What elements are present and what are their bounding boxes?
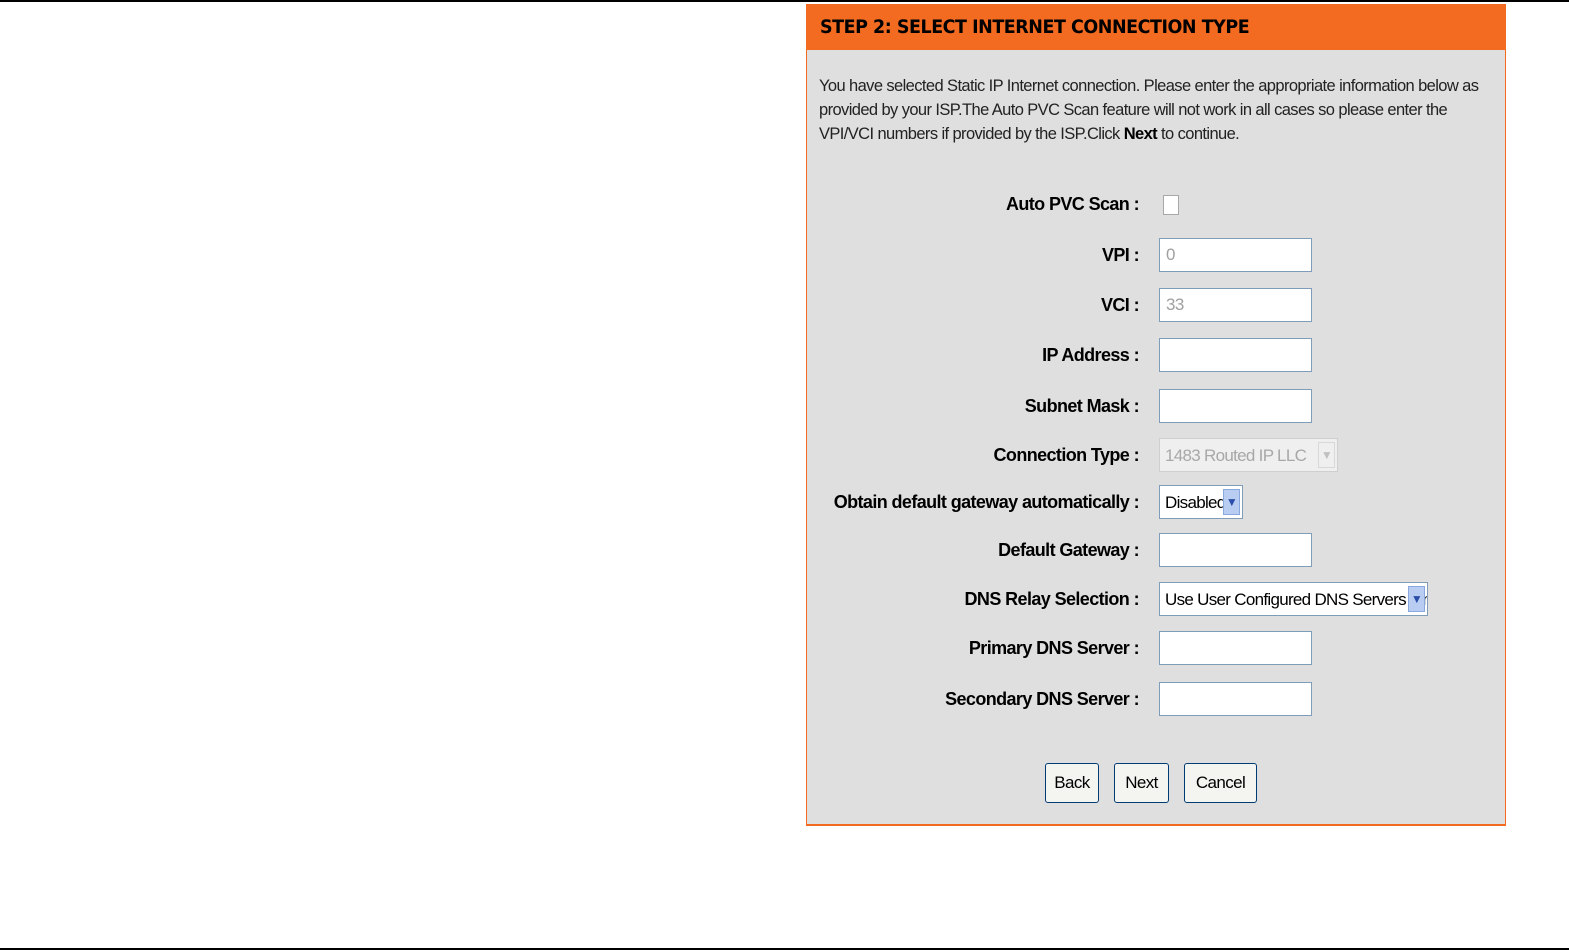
back-button[interactable]: Back (1045, 763, 1099, 803)
subnet-mask-input[interactable] (1159, 389, 1312, 423)
setup-panel: STEP 2: SELECT INTERNET CONNECTION TYPE … (806, 4, 1506, 826)
button-row: Back Next Cancel (807, 763, 1505, 805)
primary-dns-label: Primary DNS Server : (968, 638, 1140, 658)
auto-pvc-scan-label: Auto PVC Scan : (1005, 194, 1140, 214)
cancel-button[interactable]: Cancel (1184, 763, 1257, 803)
chevron-down-icon: ▼ (1223, 489, 1240, 515)
panel-header: STEP 2: SELECT INTERNET CONNECTION TYPE (807, 4, 1505, 50)
row-connection-type: Connection Type : 1483 Routed IP LLC ▼ (807, 437, 1505, 473)
vci-input[interactable]: 33 (1159, 288, 1312, 322)
default-gateway-label: Default Gateway : (998, 540, 1139, 560)
bottom-rule (0, 948, 1569, 950)
obtain-gateway-label: Obtain default gateway automatically : (833, 492, 1140, 512)
obtain-gateway-value: Disabled (1165, 493, 1226, 512)
dns-relay-value: Use User Configured DNS Servers Only (1165, 590, 1428, 609)
secondary-dns-input[interactable] (1159, 682, 1312, 716)
intro-text-part2: to continue. (1157, 125, 1240, 143)
vci-label: VCI : (1100, 295, 1140, 315)
vpi-input[interactable]: 0 (1159, 238, 1312, 272)
row-obtain-gateway: Obtain default gateway automatically : D… (807, 484, 1505, 520)
default-gateway-input[interactable] (1159, 533, 1312, 567)
intro-text: You have selected Static IP Internet con… (819, 74, 1499, 146)
row-secondary-dns: Secondary DNS Server : (807, 681, 1505, 717)
primary-dns-input[interactable] (1159, 631, 1312, 665)
vpi-label: VPI : (1101, 245, 1140, 265)
connection-type-value: 1483 Routed IP LLC (1165, 446, 1307, 465)
row-dns-relay: DNS Relay Selection : Use User Configure… (807, 581, 1505, 617)
secondary-dns-label: Secondary DNS Server : (945, 689, 1139, 709)
obtain-gateway-select[interactable]: Disabled ▼ (1159, 485, 1243, 519)
connection-type-select[interactable]: 1483 Routed IP LLC ▼ (1159, 438, 1338, 472)
top-rule (0, 0, 1569, 2)
dns-relay-label: DNS Relay Selection : (964, 589, 1140, 609)
row-primary-dns: Primary DNS Server : (807, 630, 1505, 666)
next-button[interactable]: Next (1114, 763, 1169, 803)
subnet-mask-label: Subnet Mask : (1024, 396, 1140, 416)
row-vci: VCI : 33 (807, 287, 1505, 323)
intro-text-bold: Next (1123, 125, 1158, 143)
chevron-down-icon: ▼ (1318, 442, 1335, 468)
chevron-down-icon: ▼ (1408, 586, 1425, 612)
page-title: STEP 2: SELECT INTERNET CONNECTION TYPE (820, 16, 1250, 38)
dns-relay-select[interactable]: Use User Configured DNS Servers Only ▼ (1159, 582, 1428, 616)
row-ip-address: IP Address : (807, 337, 1505, 373)
auto-pvc-scan-checkbox[interactable] (1163, 195, 1179, 215)
ip-address-input[interactable] (1159, 338, 1312, 372)
row-auto-pvc-scan: Auto PVC Scan : (807, 186, 1505, 222)
row-default-gateway: Default Gateway : (807, 532, 1505, 568)
row-subnet-mask: Subnet Mask : (807, 388, 1505, 424)
connection-type-label: Connection Type : (993, 445, 1140, 465)
row-vpi: VPI : 0 (807, 237, 1505, 273)
ip-address-label: IP Address : (1042, 345, 1139, 365)
